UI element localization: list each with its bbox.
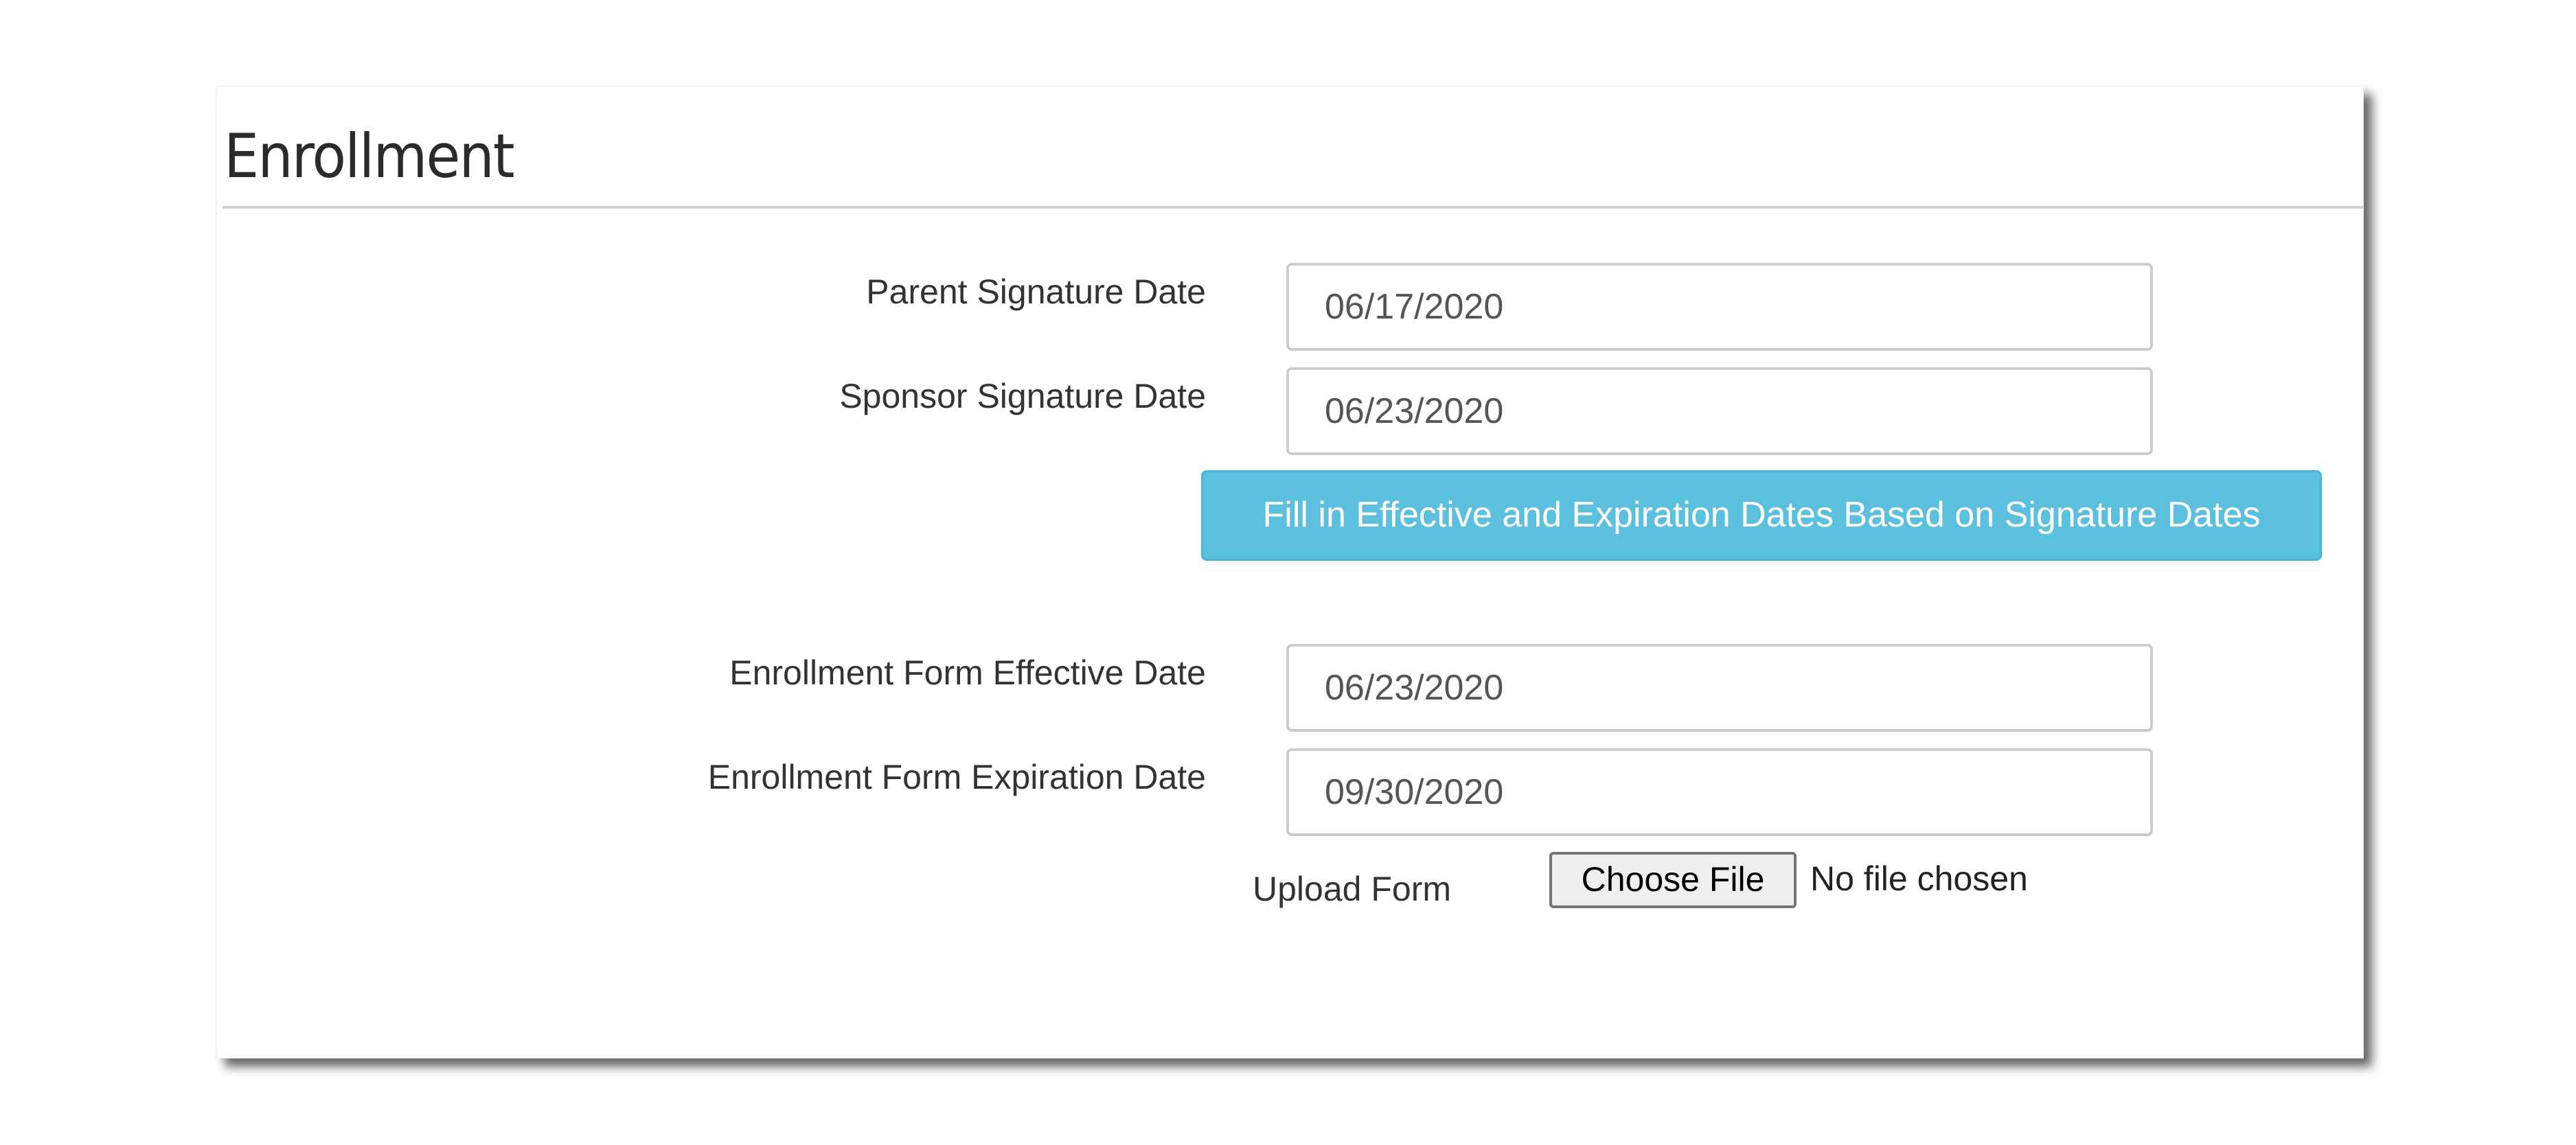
expiration-date-label: Enrollment Form Expiration Date	[707, 758, 1206, 796]
expiration-date-input[interactable]	[1286, 748, 2153, 836]
choose-file-button[interactable]: Choose File	[1549, 852, 1797, 908]
fill-dates-button[interactable]: Fill in Effective and Expiration Dates B…	[1201, 470, 2322, 561]
sponsor-signature-date-label: Sponsor Signature Date	[839, 377, 1206, 415]
parent-signature-date-label: Parent Signature Date	[866, 273, 1206, 311]
effective-date-label: Enrollment Form Effective Date	[729, 654, 1206, 692]
effective-date-input[interactable]	[1286, 644, 2153, 732]
sponsor-signature-date-input[interactable]	[1286, 367, 2153, 455]
section-title: Enrollment	[224, 121, 515, 192]
upload-form-label: Upload Form	[1253, 870, 1451, 908]
enrollment-card: Enrollment Parent Signature Date Sponsor…	[216, 86, 2364, 1059]
parent-signature-date-input[interactable]	[1286, 263, 2153, 351]
title-divider	[223, 206, 2363, 209]
file-status-text: No file chosen	[1810, 859, 2028, 898]
